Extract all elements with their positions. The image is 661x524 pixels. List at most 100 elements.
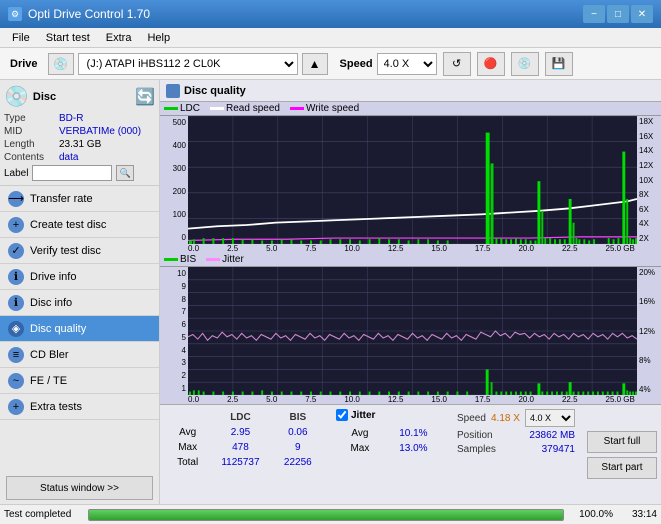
length-label: Length bbox=[4, 139, 59, 150]
disc-header: 💿 Disc 🔄 bbox=[4, 84, 155, 109]
statusbar: Test completed 100.0% 33:14 bbox=[0, 504, 661, 524]
transfer-rate-icon: ⟶ bbox=[8, 191, 24, 207]
time-display: 33:14 bbox=[617, 509, 657, 520]
write-speed-legend-label: Write speed bbox=[306, 103, 359, 114]
menu-file[interactable]: File bbox=[4, 30, 38, 46]
max-label: Max bbox=[168, 441, 207, 454]
speed-stat-select[interactable]: 4.0 X bbox=[525, 409, 575, 427]
read-speed-legend-item: Read speed bbox=[210, 103, 280, 114]
sidebar-item-drive-info[interactable]: ℹ Drive info bbox=[0, 264, 159, 290]
sidebar-item-verify-test-disc[interactable]: ✓ Verify test disc bbox=[0, 238, 159, 264]
progress-percentage: 100.0% bbox=[568, 509, 613, 520]
sidebar-item-cd-bler[interactable]: ≡ CD Bler bbox=[0, 342, 159, 368]
position-row: Position 23862 MB bbox=[457, 430, 575, 441]
jitter-legend-color bbox=[206, 258, 220, 261]
jitter-stats-table: Avg 10.1% Max 13.0% bbox=[336, 425, 445, 457]
toolbar: Drive 💿 (J:) ATAPI iHBS112 2 CL0K ▲ Spee… bbox=[0, 48, 661, 80]
write-speed-legend-color bbox=[290, 107, 304, 110]
menu-start-test[interactable]: Start test bbox=[38, 30, 98, 46]
sidebar-item-fe-te[interactable]: ~ FE / TE bbox=[0, 368, 159, 394]
sidebar-item-disc-quality[interactable]: ◈ Disc quality bbox=[0, 316, 159, 342]
sidebar-item-extra-tests[interactable]: + Extra tests bbox=[0, 394, 159, 420]
refresh-button[interactable]: ↺ bbox=[443, 52, 471, 76]
cd-bler-icon: ≡ bbox=[8, 347, 24, 363]
sidebar-item-create-test-disc[interactable]: + Create test disc bbox=[0, 212, 159, 238]
disc-title: Disc bbox=[33, 91, 56, 103]
bis-chart-bg bbox=[188, 267, 637, 395]
ldc-y-axis-right: 18X 16X 14X 12X 10X 8X 6X 4X 2X bbox=[637, 116, 661, 244]
action-buttons-col: Start full Start part bbox=[581, 405, 661, 504]
settings-button[interactable]: 🔴 bbox=[477, 52, 505, 76]
samples-label: Samples bbox=[457, 444, 496, 455]
read-speed-legend-label: Read speed bbox=[226, 103, 280, 114]
speed-value-stat: 4.18 X bbox=[491, 413, 520, 424]
sidebar-item-disc-info[interactable]: ℹ Disc info bbox=[0, 290, 159, 316]
create-test-disc-icon: + bbox=[8, 217, 24, 233]
total-label: Total bbox=[168, 456, 207, 469]
stats-table: LDC BIS Avg 2.95 0.06 Max 478 9 Total bbox=[166, 409, 324, 471]
label-browse-button[interactable]: 🔍 bbox=[116, 165, 134, 181]
samples-row: Samples 379471 bbox=[457, 444, 575, 455]
max-ldc: 478 bbox=[209, 441, 271, 454]
nav-label-disc-quality: Disc quality bbox=[30, 323, 86, 335]
disc-quality-header: Disc quality bbox=[160, 80, 661, 102]
bis-header: BIS bbox=[274, 411, 322, 424]
ldc-legend-item: LDC bbox=[164, 103, 200, 114]
fe-te-icon: ~ bbox=[8, 373, 24, 389]
maximize-button[interactable]: □ bbox=[607, 5, 629, 23]
close-button[interactable]: ✕ bbox=[631, 5, 653, 23]
nav-label-drive-info: Drive info bbox=[30, 271, 76, 283]
start-part-button[interactable]: Start part bbox=[587, 457, 657, 479]
titlebar-title: Opti Drive Control 1.70 bbox=[28, 7, 150, 21]
drive-label: Drive bbox=[4, 58, 44, 70]
drive-select[interactable]: (J:) ATAPI iHBS112 2 CL0K bbox=[78, 53, 298, 75]
jitter-legend-item: Jitter bbox=[206, 254, 244, 265]
label-input[interactable] bbox=[32, 165, 112, 181]
jitter-avg-label: Avg bbox=[338, 427, 382, 440]
nav-label-fe-te: FE / TE bbox=[30, 375, 67, 387]
ldc-y-axis-left: 500 400 300 200 100 0 bbox=[160, 116, 188, 244]
menu-help[interactable]: Help bbox=[139, 30, 178, 46]
label-label: Label bbox=[4, 168, 28, 179]
titlebar: ⚙ Opti Drive Control 1.70 − □ ✕ bbox=[0, 0, 661, 28]
position-value: 23862 MB bbox=[529, 430, 575, 441]
bis-y-axis-left: 10 9 8 7 6 5 4 3 2 1 bbox=[160, 267, 188, 395]
status-text: Test completed bbox=[4, 509, 84, 520]
total-bis: 22256 bbox=[274, 456, 322, 469]
avg-ldc: 2.95 bbox=[209, 426, 271, 439]
write-speed-legend-item: Write speed bbox=[290, 103, 359, 114]
length-value: 23.31 GB bbox=[59, 139, 101, 150]
samples-value: 379471 bbox=[542, 444, 575, 455]
bis-legend-color bbox=[164, 258, 178, 261]
mid-value: VERBATIMe (000) bbox=[59, 126, 141, 137]
jitter-col: Jitter Avg 10.1% Max 13.0% bbox=[330, 405, 451, 504]
disc-quality-title: Disc quality bbox=[184, 85, 246, 97]
total-ldc: 1125737 bbox=[209, 456, 271, 469]
label-row: Label 🔍 bbox=[4, 165, 155, 181]
ldc-legend-label: LDC bbox=[180, 103, 200, 114]
eject-button[interactable]: ▲ bbox=[302, 53, 328, 75]
status-window-button[interactable]: Status window >> bbox=[6, 476, 153, 500]
speed-position-col: Speed 4.18 X 4.0 X Position 23862 MB Sam… bbox=[451, 405, 581, 504]
jitter-checkbox[interactable] bbox=[336, 409, 348, 421]
main-layout: 💿 Disc 🔄 Type BD-R MID VERBATIMe (000) L… bbox=[0, 80, 661, 504]
bis-legend-item: BIS bbox=[164, 254, 196, 265]
max-bis: 9 bbox=[274, 441, 322, 454]
menu-extra[interactable]: Extra bbox=[98, 30, 140, 46]
bis-y-axis-right: 20% 16% 12% 8% 4% bbox=[637, 267, 661, 395]
speed-select[interactable]: 4.0 X 2.0 X 6.0 X bbox=[377, 53, 437, 75]
bottom-stats: LDC BIS Avg 2.95 0.06 Max 478 9 Total bbox=[160, 404, 661, 504]
start-full-button[interactable]: Start full bbox=[587, 431, 657, 453]
media-button[interactable]: 💿 bbox=[511, 52, 539, 76]
disc-type-row: Type BD-R bbox=[4, 113, 155, 124]
minimize-button[interactable]: − bbox=[583, 5, 605, 23]
nav-label-disc-info: Disc info bbox=[30, 297, 72, 309]
bis-x-axis: 0.0 2.5 5.0 7.5 10.0 12.5 15.0 17.5 20.0… bbox=[160, 395, 661, 404]
jitter-label: Jitter bbox=[351, 410, 375, 421]
ldc-chart-svg bbox=[188, 116, 637, 244]
sidebar-item-transfer-rate[interactable]: ⟶ Transfer rate bbox=[0, 186, 159, 212]
progress-fill bbox=[89, 510, 563, 520]
save-button[interactable]: 💾 bbox=[545, 52, 573, 76]
bis-chart-area: 10 9 8 7 6 5 4 3 2 1 bbox=[160, 267, 661, 395]
bis-legend: BIS Jitter bbox=[160, 253, 661, 267]
